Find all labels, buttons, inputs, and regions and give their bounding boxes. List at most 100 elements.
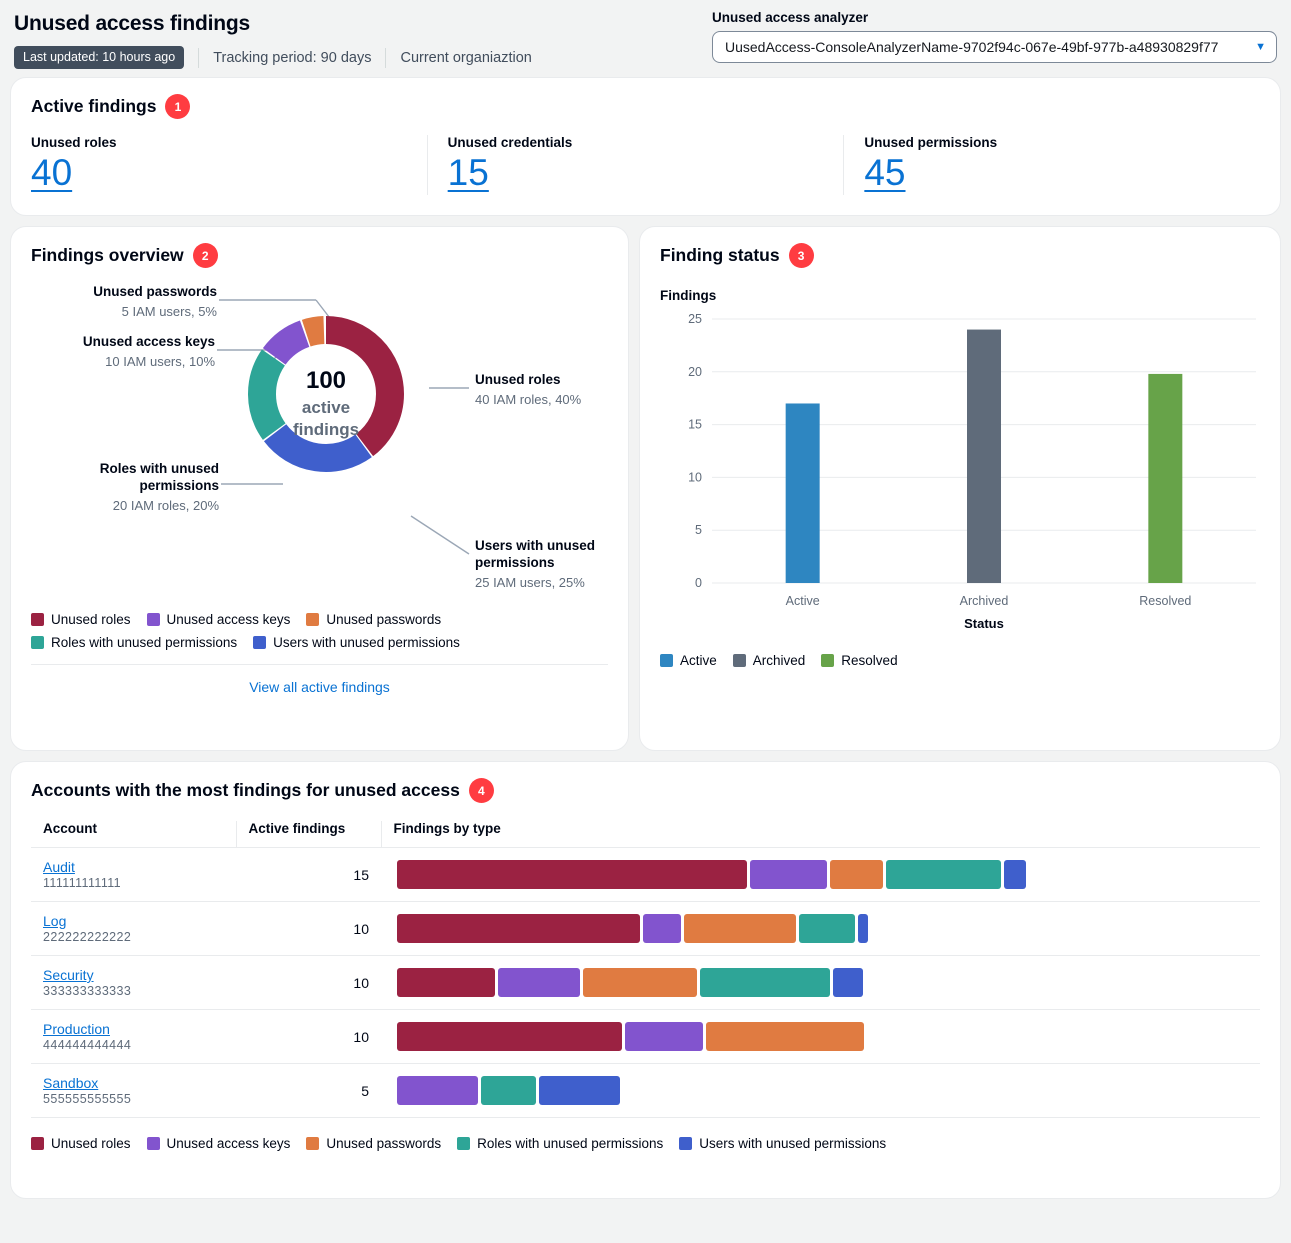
stacked-bar-segment[interactable]: [397, 1076, 478, 1105]
svg-text:Active: Active: [786, 594, 820, 608]
findings-overview-title: Findings overview: [31, 245, 184, 265]
svg-text:0: 0: [695, 576, 702, 590]
stacked-bar-segment[interactable]: [481, 1076, 536, 1105]
legend-item[interactable]: Unused passwords: [306, 1136, 441, 1151]
accounts-table: Account Active findings Findings by type…: [31, 821, 1260, 1118]
callout-sub: 10 IAM users, 10%: [105, 353, 215, 369]
view-all-active-findings-link[interactable]: View all active findings: [249, 679, 390, 695]
active-findings-count: 10: [236, 901, 381, 956]
svg-text:20: 20: [688, 365, 702, 379]
table-row: Production 444444444444 10: [31, 1009, 1260, 1064]
kpi-label: Unused permissions: [864, 135, 998, 150]
legend-label: Unused access keys: [166, 612, 291, 627]
stacked-bar-segment[interactable]: [539, 1076, 620, 1105]
callout-unused-passwords: Unused passwords 5 IAM users, 5%: [31, 284, 217, 319]
legend-item[interactable]: Roles with unused permissions: [31, 635, 237, 650]
stacked-bar: [397, 914, 1248, 943]
column-header-active-findings[interactable]: Active findings: [235, 821, 381, 848]
legend-item[interactable]: Resolved: [821, 653, 898, 668]
stacked-bar-segment[interactable]: [397, 860, 747, 889]
legend-label: Resolved: [841, 653, 898, 668]
findings-overview-legend: Unused roles Unused access keys Unused p…: [31, 612, 501, 650]
stacked-bar-segment[interactable]: [397, 968, 495, 997]
kpi-unused-roles: Unused roles 40: [31, 135, 427, 195]
stacked-bar: [397, 968, 1248, 997]
bar-chart-plot: 0 5 10 15 20 25 Active Archived Resolved Status: [660, 311, 1260, 641]
analyzer-select[interactable]: UusedAccess-ConsoleAnalyzerName-9702f94c…: [712, 31, 1277, 63]
step-badge-2: 2: [192, 243, 218, 268]
kpi-value-link[interactable]: 45: [864, 152, 905, 195]
legend-label: Archived: [752, 653, 806, 668]
legend-item[interactable]: Unused access keys: [146, 612, 291, 627]
stacked-bar-segment[interactable]: [858, 914, 868, 943]
stacked-bar-segment[interactable]: [397, 1022, 622, 1051]
account-id: 333333333333: [43, 984, 132, 998]
donut-center-line1: active: [302, 398, 350, 417]
callout-title: Unused roles: [475, 372, 561, 387]
kpi-unused-credentials: Unused credentials 15: [426, 135, 844, 195]
legend-label: Active: [680, 653, 717, 668]
page-header: Unused access findings Last updated: 10 …: [0, 0, 1291, 77]
stacked-bar-segment[interactable]: [750, 860, 827, 889]
legend-item[interactable]: Users with unused permissions: [679, 1136, 886, 1151]
step-badge-1: 1: [165, 94, 191, 119]
stacked-bar-segment[interactable]: [397, 914, 640, 943]
stacked-bar-segment[interactable]: [886, 860, 1001, 889]
stacked-bar-segment[interactable]: [706, 1022, 864, 1051]
account-id: 444444444444: [43, 1038, 132, 1052]
findings-overview-header: Findings overview 2: [31, 243, 608, 268]
callout-title: Unused passwords: [93, 284, 217, 299]
stacked-bar-segment[interactable]: [700, 968, 830, 997]
callout-sub: 25 IAM users, 25%: [475, 574, 585, 590]
account-link[interactable]: Sandbox: [43, 1075, 224, 1091]
stacked-bar-segment[interactable]: [799, 914, 855, 943]
stacked-bar-segment[interactable]: [583, 968, 697, 997]
legend-item[interactable]: Archived: [732, 653, 806, 668]
kpi-value-link[interactable]: 40: [31, 152, 72, 195]
legend-item[interactable]: Users with unused permissions: [253, 635, 460, 650]
stacked-bar-segment[interactable]: [1004, 860, 1026, 889]
kpi-row: Unused roles 40 Unused credentials 15 Un…: [31, 135, 1260, 195]
findings-by-type-cell: [381, 901, 1260, 956]
kpi-value-link[interactable]: 15: [448, 152, 489, 195]
finding-status-title: Finding status: [660, 245, 780, 265]
legend-swatch-icon: [253, 636, 267, 649]
legend-swatch-icon: [306, 613, 320, 626]
accounts-title: Accounts with the most findings for unus…: [31, 780, 460, 800]
account-link[interactable]: Production: [43, 1021, 224, 1037]
legend-swatch-icon: [732, 654, 746, 667]
stacked-bar-segment[interactable]: [684, 914, 796, 943]
legend-swatch-icon: [457, 1137, 471, 1150]
stacked-bar-segment[interactable]: [643, 914, 681, 943]
account-link[interactable]: Log: [43, 913, 224, 929]
account-link[interactable]: Audit: [43, 859, 224, 875]
legend-item[interactable]: Unused roles: [31, 612, 131, 627]
account-cell: Production 444444444444: [31, 1009, 236, 1064]
account-link[interactable]: Security: [43, 967, 224, 983]
callout-sub: 5 IAM users, 5%: [121, 303, 217, 319]
table-row: Audit 111111111111 15: [31, 847, 1260, 902]
callout-users-with-unused-permissions: Users with unused permissions 25 IAM use…: [475, 538, 635, 590]
findings-by-type-cell: [381, 1009, 1260, 1064]
legend-item[interactable]: Unused passwords: [306, 612, 441, 627]
legend-swatch-icon: [660, 654, 673, 667]
legend-item[interactable]: Active: [660, 653, 717, 668]
legend-swatch-icon: [679, 1137, 693, 1150]
step-badge-4: 4: [468, 778, 494, 803]
column-header-findings-by-type[interactable]: Findings by type: [380, 821, 1260, 848]
stacked-bar-segment[interactable]: [625, 1022, 703, 1051]
stacked-bar-segment[interactable]: [830, 860, 883, 889]
analyzer-selector-group: Unused access analyzer UusedAccess-Conso…: [712, 10, 1277, 63]
legend-item[interactable]: Roles with unused permissions: [457, 1136, 663, 1151]
bar-chart-svg: 0 5 10 15 20 25 Active Archived Resolved Status: [688, 312, 1256, 631]
donut-center-number: 100: [306, 367, 346, 394]
legend-swatch-icon: [306, 1137, 320, 1150]
legend-item[interactable]: Unused access keys: [146, 1136, 290, 1151]
legend-item[interactable]: Unused roles: [31, 1136, 131, 1151]
stacked-bar-segment[interactable]: [498, 968, 580, 997]
column-header-account[interactable]: Account: [31, 821, 236, 848]
kpi-unused-permissions: Unused permissions 45: [843, 135, 1260, 195]
stacked-bar-segment[interactable]: [833, 968, 863, 997]
finding-status-card: Finding status 3 Findings 0 5 10 15 20 25 Acti…: [639, 226, 1281, 751]
page-title: Unused access findings: [14, 12, 251, 35]
